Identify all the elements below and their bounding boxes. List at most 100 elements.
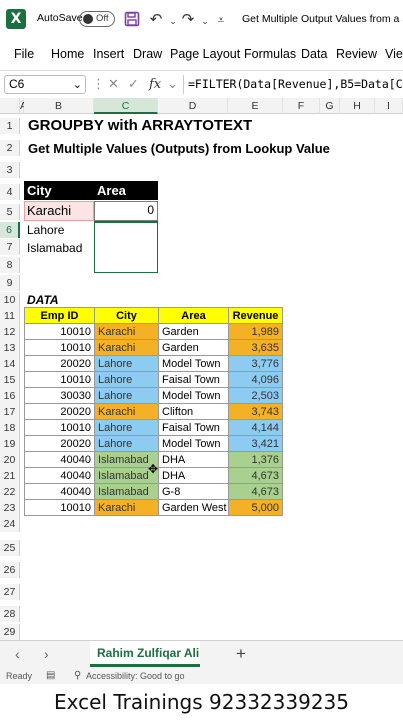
row-header[interactable]: 19	[0, 436, 20, 452]
cell-city[interactable]: Karachi	[95, 500, 159, 516]
cell-revenue[interactable]: 3,776	[229, 356, 283, 372]
cell-city[interactable]: Lahore	[95, 420, 159, 436]
cell-city[interactable]: Islamabad	[95, 484, 159, 500]
worksheet-grid[interactable]: A B C D E F G H I 1 2 3 4 5 6 7 8 9 10 1…	[0, 98, 403, 640]
column-header-g[interactable]: G	[320, 98, 340, 114]
prev-sheet-icon[interactable]: ‹	[15, 646, 20, 662]
cell-area[interactable]: Garden West	[159, 500, 229, 516]
row-header[interactable]: 7	[0, 239, 20, 255]
cell-revenue[interactable]: 4,673	[229, 484, 283, 500]
cell-area[interactable]: Garden	[159, 324, 229, 340]
macro-icon[interactable]: ▤	[46, 670, 55, 681]
status-accessibility[interactable]: Accessibility: Good to go	[86, 671, 185, 681]
column-header-b[interactable]: B	[24, 98, 94, 114]
cell-revenue[interactable]: 5,000	[229, 500, 283, 516]
more-icon[interactable]: ⋮	[92, 75, 105, 94]
cell-emp-id[interactable]: 10010	[25, 372, 95, 388]
row-header[interactable]: 10	[0, 292, 20, 308]
tab-home[interactable]: Home	[51, 47, 84, 61]
column-header-i[interactable]: I	[375, 98, 403, 114]
cell-emp-id[interactable]: 40040	[25, 452, 95, 468]
accessibility-icon[interactable]: ⚲	[74, 670, 81, 681]
cell-revenue[interactable]: 4,673	[229, 468, 283, 484]
row-header[interactable]: 22	[0, 484, 20, 500]
select-all-corner[interactable]	[0, 98, 20, 114]
tab-file[interactable]: File	[14, 47, 34, 61]
cell-emp-id[interactable]: 30030	[25, 388, 95, 404]
cell-area[interactable]: DHA	[159, 468, 229, 484]
enter-icon[interactable]: ✓	[128, 75, 139, 94]
name-box[interactable]: C6 ⌄	[4, 75, 86, 94]
row-header[interactable]: 8	[0, 257, 20, 273]
row-header[interactable]: 26	[0, 562, 20, 578]
expand-icon[interactable]: ⌄	[167, 75, 178, 94]
row-header[interactable]: 28	[0, 606, 20, 622]
tab-formulas[interactable]: Formulas	[244, 47, 296, 61]
column-header-d[interactable]: D	[158, 98, 228, 114]
tab-insert[interactable]: Insert	[93, 47, 124, 61]
tab-review[interactable]: Review	[336, 47, 377, 61]
cell-city[interactable]: Lahore	[95, 356, 159, 372]
cell-city[interactable]: Lahore	[95, 388, 159, 404]
row-header[interactable]: 25	[0, 540, 20, 556]
tab-view[interactable]: View	[385, 47, 403, 61]
row-header[interactable]: 11	[0, 308, 20, 324]
cell-area[interactable]: Model Town	[159, 388, 229, 404]
row-header[interactable]: 15	[0, 372, 20, 388]
row-header[interactable]: 13	[0, 340, 20, 356]
row-header[interactable]: 3	[0, 162, 20, 178]
row-header[interactable]: 27	[0, 584, 20, 600]
cell-revenue[interactable]: 1,989	[229, 324, 283, 340]
row-header[interactable]: 9	[0, 275, 20, 291]
row-header[interactable]: 12	[0, 324, 20, 340]
sheet-tab-active[interactable]: Rahim Zulfiqar Ali	[90, 641, 200, 667]
autosave-toggle[interactable]: Off	[79, 11, 115, 27]
row-header[interactable]: 18	[0, 420, 20, 436]
cell-emp-id[interactable]: 10010	[25, 340, 95, 356]
add-sheet-button[interactable]: +	[236, 644, 246, 664]
column-header-e[interactable]: E	[228, 98, 283, 114]
cell-revenue[interactable]: 4,144	[229, 420, 283, 436]
row-header[interactable]: 14	[0, 356, 20, 372]
row-header[interactable]: 16	[0, 388, 20, 404]
column-header-c[interactable]: C	[94, 98, 158, 114]
cell-area[interactable]: G-8	[159, 484, 229, 500]
cell-city[interactable]: Karachi	[95, 324, 159, 340]
cancel-icon[interactable]: ✕	[108, 75, 119, 94]
cell-emp-id[interactable]: 20020	[25, 436, 95, 452]
tab-data[interactable]: Data	[301, 47, 327, 61]
cell-emp-id[interactable]: 20020	[25, 404, 95, 420]
selected-cell-c6[interactable]	[94, 221, 158, 273]
chevron-down-icon[interactable]: ⌄	[73, 76, 82, 93]
cell-emp-id[interactable]: 40040	[25, 468, 95, 484]
row-header[interactable]: 21	[0, 468, 20, 484]
customize-icon[interactable]: ⩡	[211, 9, 231, 29]
row-header[interactable]: 6	[0, 222, 20, 238]
row-header[interactable]: 4	[0, 184, 20, 200]
cell-city[interactable]: Lahore	[95, 436, 159, 452]
column-header-f[interactable]: F	[283, 98, 320, 114]
cell-revenue[interactable]: 3,743	[229, 404, 283, 420]
cell-area[interactable]: Faisal Town	[159, 420, 229, 436]
row-header[interactable]: 20	[0, 452, 20, 468]
cell-emp-id[interactable]: 10010	[25, 324, 95, 340]
formula-input[interactable]: =FILTER(Data[Revenue],B5=Data[City])	[183, 75, 403, 94]
row-header[interactable]: 5	[0, 204, 20, 220]
tab-page-layout[interactable]: Page Layout	[170, 47, 240, 61]
row-header[interactable]: 29	[0, 624, 20, 640]
insert-function-icon[interactable]: fx	[149, 75, 161, 94]
next-sheet-icon[interactable]: ›	[44, 646, 49, 662]
cell-city[interactable]: Lahore	[95, 372, 159, 388]
cell-revenue[interactable]: 4,096	[229, 372, 283, 388]
row-header[interactable]: 2	[0, 140, 20, 156]
cell-city[interactable]: Karachi	[95, 340, 159, 356]
cell-area[interactable]: DHA	[159, 452, 229, 468]
cell-revenue[interactable]: 1,376	[229, 452, 283, 468]
row-header[interactable]: 1	[0, 118, 20, 134]
cell-area[interactable]: Model Town	[159, 356, 229, 372]
cell-emp-id[interactable]: 40040	[25, 484, 95, 500]
cell-emp-id[interactable]: 10010	[25, 500, 95, 516]
row-header[interactable]: 23	[0, 500, 20, 516]
save-icon[interactable]	[122, 9, 142, 29]
tab-draw[interactable]: Draw	[133, 47, 162, 61]
